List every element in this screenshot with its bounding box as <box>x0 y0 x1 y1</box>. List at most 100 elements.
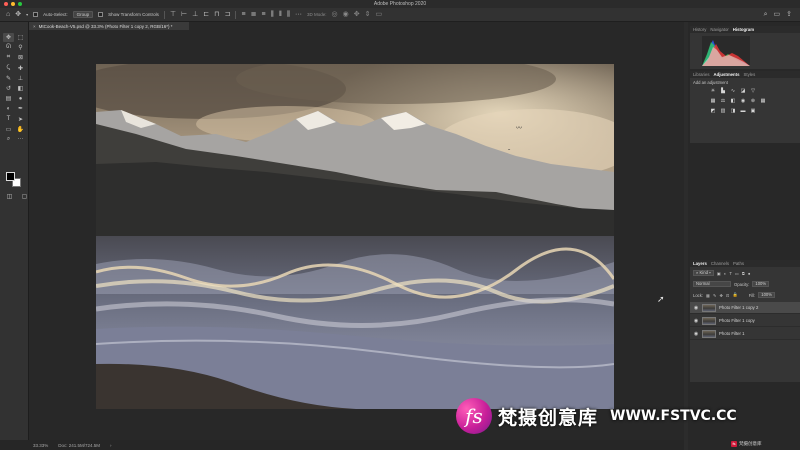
brush-tool-icon[interactable]: ✎ <box>3 74 14 83</box>
distribute-right-icon[interactable]: ⫼ <box>287 11 290 18</box>
opacity-field[interactable]: 100% <box>752 281 770 287</box>
eraser-tool-icon[interactable]: ◧ <box>15 84 26 93</box>
distribute-horizontal-icon[interactable]: ⫴ <box>279 11 282 18</box>
quick-mask-icon[interactable]: ◫ <box>4 192 15 201</box>
home-icon[interactable]: ⌂ <box>6 11 10 18</box>
move-tool-icon[interactable]: ✥ <box>3 33 14 42</box>
filter-toggle-icon[interactable]: ● <box>748 271 751 276</box>
tab-libraries[interactable]: Libraries <box>693 72 709 77</box>
3d-orbit-icon[interactable]: ◎ <box>331 11 337 18</box>
search-icon[interactable]: ⌕ <box>764 11 768 18</box>
align-top-icon[interactable]: ⊤ <box>170 11 176 18</box>
color-lookup-icon[interactable]: ▦ <box>760 98 766 104</box>
hand-tool-icon[interactable]: ✋ <box>15 125 26 134</box>
vibrance-icon[interactable]: ▽ <box>750 88 756 94</box>
distribute-center-icon[interactable]: ≣ <box>251 11 257 18</box>
tab-layers[interactable]: Layers <box>693 261 707 266</box>
tab-navigator[interactable]: Navigator <box>710 27 728 32</box>
lock-pixels-icon[interactable]: ✎ <box>713 293 717 298</box>
selective-color-icon[interactable]: ▣ <box>750 108 756 114</box>
layer-row[interactable]: ◉ Photo Filter 1 copy <box>690 315 800 327</box>
gradient-map-icon[interactable]: ▬ <box>740 108 746 114</box>
crop-tool-icon[interactable]: ⌗ <box>3 53 14 62</box>
align-right-icon[interactable]: ⊐ <box>225 11 231 18</box>
invert-icon[interactable]: ◩ <box>710 108 716 114</box>
history-brush-icon[interactable]: ↺ <box>3 84 14 93</box>
filter-pixel-icon[interactable]: ▣ <box>717 271 721 276</box>
brightness-contrast-icon[interactable]: ☀ <box>710 88 716 94</box>
kind-filter-dropdown[interactable]: ⌕ Kind ▾ <box>693 270 714 276</box>
filter-shape-icon[interactable]: ▭ <box>735 271 739 276</box>
blur-tool-icon[interactable]: ● <box>15 94 26 103</box>
frame-tool-icon[interactable]: ⊠ <box>15 53 26 62</box>
type-tool-icon[interactable]: T <box>3 115 14 124</box>
filter-type-icon[interactable]: T <box>729 271 732 276</box>
quick-select-tool-icon[interactable]: ⚲ <box>15 43 26 52</box>
distribute-icon[interactable]: ≡ <box>241 11 245 18</box>
visibility-eye-icon[interactable]: ◉ <box>693 318 699 324</box>
close-window-icon[interactable] <box>4 2 8 6</box>
align-middle-icon[interactable]: ⊢ <box>181 11 187 18</box>
chevron-down-icon[interactable]: ▾ <box>26 12 28 17</box>
align-center-icon[interactable]: ⊓ <box>214 11 219 18</box>
align-bottom-icon[interactable]: ⊥ <box>192 11 198 18</box>
tab-histogram[interactable]: Histogram <box>733 27 754 32</box>
tab-paths[interactable]: Paths <box>733 261 744 266</box>
exposure-icon[interactable]: ◪ <box>740 88 746 94</box>
levels-icon[interactable]: ▙ <box>720 88 726 94</box>
more-options-icon[interactable]: ··· <box>295 11 302 18</box>
visibility-eye-icon[interactable]: ◉ <box>693 331 699 337</box>
show-transform-checkbox[interactable] <box>98 12 104 17</box>
color-balance-icon[interactable]: ⚖ <box>720 98 726 104</box>
zoom-tool-icon[interactable]: ⌕ <box>3 135 14 144</box>
stamp-tool-icon[interactable]: ⊥ <box>15 74 26 83</box>
chevron-right-icon[interactable]: › <box>110 443 112 448</box>
tab-history[interactable]: History <box>693 27 706 32</box>
hue-saturation-icon[interactable]: ▦ <box>710 98 716 104</box>
pen-tool-icon[interactable]: ✒ <box>15 104 26 113</box>
lasso-tool-icon[interactable]: ᘏ <box>3 43 14 52</box>
3d-scale-icon[interactable]: ▭ <box>375 11 382 18</box>
more-tools-icon[interactable]: ··· <box>15 135 26 144</box>
auto-select-dropdown[interactable]: Group <box>72 11 94 18</box>
tab-adjustments[interactable]: Adjustments <box>713 72 739 77</box>
lock-position-icon[interactable]: ✥ <box>720 293 724 298</box>
channel-mixer-icon[interactable]: ⊛ <box>750 98 756 104</box>
close-tab-icon[interactable]: × <box>33 24 36 29</box>
photo-filter-icon[interactable]: ◉ <box>740 98 746 104</box>
distribute-bottom-icon[interactable]: ≡ <box>261 11 265 18</box>
fill-field[interactable]: 100% <box>758 292 775 298</box>
document-tab[interactable]: × MtCook-Beach-V5.psd @ 33.3% (Photo Fil… <box>29 22 189 30</box>
marquee-tool-icon[interactable]: ⬚ <box>15 33 26 42</box>
lock-transparent-icon[interactable]: ▦ <box>706 293 710 298</box>
distribute-left-icon[interactable]: ⫼ <box>271 11 274 18</box>
eyedropper-tool-icon[interactable]: ⤹ <box>3 64 14 73</box>
lock-artboard-icon[interactable]: ⊡ <box>726 293 730 298</box>
gradient-tool-icon[interactable]: ▤ <box>3 94 14 103</box>
share-icon[interactable]: ⇪ <box>786 11 792 18</box>
shape-tool-icon[interactable]: ▭ <box>3 125 14 134</box>
threshold-icon[interactable]: ◨ <box>730 108 736 114</box>
move-tool-icon[interactable]: ✥ <box>15 11 21 18</box>
tab-channels[interactable]: Channels <box>711 261 729 266</box>
layer-row[interactable]: ◉ Photo Filter 1 copy 2 <box>690 302 800 314</box>
foreground-color-swatch[interactable] <box>6 172 15 181</box>
black-white-icon[interactable]: ◧ <box>730 98 736 104</box>
path-select-tool-icon[interactable]: ➤ <box>15 115 26 124</box>
document-image[interactable]: 〰 ᵕ <box>96 64 614 409</box>
auto-select-checkbox[interactable] <box>33 12 39 17</box>
layer-row[interactable]: ◉ Photo Filter 1 <box>690 328 800 340</box>
zoom-level[interactable]: 33.33% <box>33 443 48 448</box>
visibility-eye-icon[interactable]: ◉ <box>693 305 699 311</box>
3d-roll-icon[interactable]: ◉ <box>343 11 349 18</box>
zoom-window-icon[interactable] <box>18 2 22 6</box>
healing-tool-icon[interactable]: ✚ <box>15 64 26 73</box>
minimize-window-icon[interactable] <box>11 2 15 6</box>
curves-icon[interactable]: ∿ <box>730 88 736 94</box>
align-left-icon[interactable]: ⊏ <box>203 11 209 18</box>
filter-smart-icon[interactable]: ⧉ <box>742 271 745 276</box>
posterize-icon[interactable]: ▥ <box>720 108 726 114</box>
document-size[interactable]: Doc: 241.5M/724.5M <box>58 443 100 448</box>
workspace-icon[interactable]: ▭ <box>774 11 781 18</box>
window-controls[interactable] <box>4 2 22 6</box>
